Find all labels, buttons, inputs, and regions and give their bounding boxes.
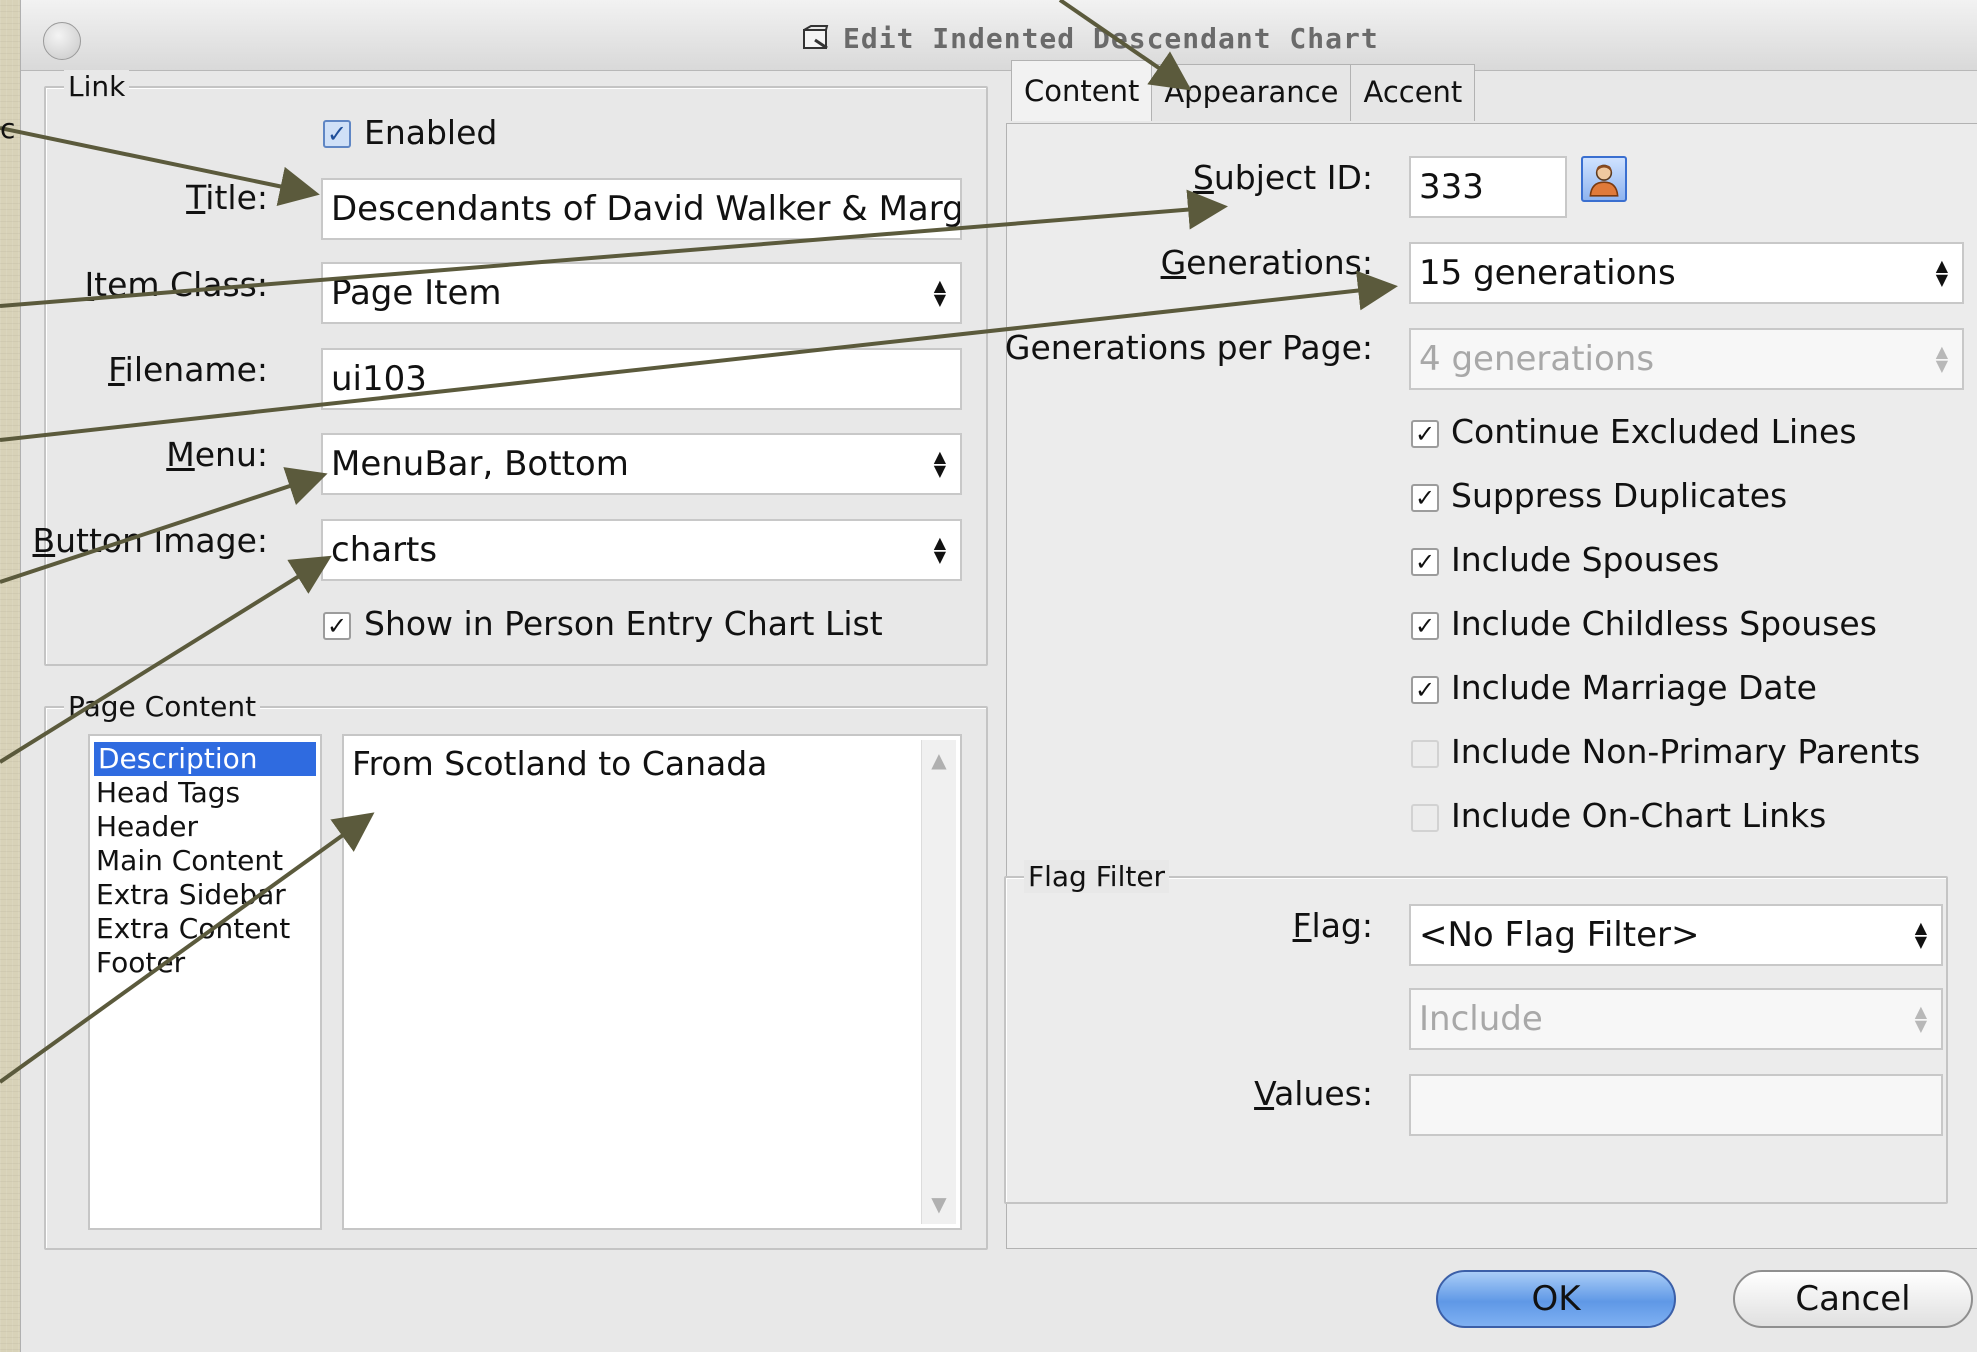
list-item[interactable]: Main Content bbox=[90, 844, 320, 878]
include-childless-spouses-checkbox[interactable] bbox=[1411, 612, 1439, 640]
cancel-button[interactable]: Cancel bbox=[1733, 1270, 1973, 1328]
continue-excluded-lines-checkbox[interactable] bbox=[1411, 420, 1439, 448]
item-class-value: Page Item bbox=[331, 273, 502, 313]
title-label: Title: bbox=[186, 178, 268, 217]
filename-label: Filename: bbox=[108, 350, 268, 389]
include-on-chart-links-checkbox[interactable] bbox=[1411, 804, 1439, 832]
title-field[interactable]: Descendants of David Walker & Marg bbox=[321, 178, 962, 240]
person-picker-button[interactable] bbox=[1581, 156, 1627, 202]
include-marriage-date-checkbox[interactable] bbox=[1411, 676, 1439, 704]
tab-bar: Content Appearance Accent bbox=[1011, 60, 1476, 124]
list-item[interactable]: Extra Content bbox=[90, 912, 320, 946]
option-label: Include Spouses bbox=[1451, 540, 1720, 579]
updown-arrows-icon: ▲ ▼ bbox=[933, 276, 946, 309]
flag-label: Flag: bbox=[1292, 906, 1373, 945]
enabled-label: Enabled bbox=[364, 113, 498, 152]
gens-per-page-label: Generations per Page: bbox=[1004, 328, 1373, 367]
person-icon bbox=[1589, 164, 1619, 197]
button-image-label: Button Image: bbox=[32, 521, 269, 560]
scroll-up-icon[interactable]: ▲ bbox=[922, 740, 956, 780]
page-content-list[interactable]: Description Head Tags Header Main Conten… bbox=[88, 734, 322, 1230]
values-label: Values: bbox=[1254, 1074, 1373, 1113]
option-label: Include Marriage Date bbox=[1451, 668, 1817, 707]
gens-per-page-value: 4 generations bbox=[1419, 339, 1655, 379]
tab-content[interactable]: Content bbox=[1011, 60, 1153, 121]
chart-window-icon bbox=[803, 25, 829, 50]
page-content-legend: Page Content bbox=[64, 690, 261, 723]
menu-value: MenuBar, Bottom bbox=[331, 444, 629, 484]
enabled-checkbox[interactable] bbox=[323, 120, 351, 148]
menu-select[interactable]: MenuBar, Bottom ▲ ▼ bbox=[321, 433, 962, 495]
updown-arrows-icon: ▲ ▼ bbox=[1935, 256, 1948, 289]
title-bar: Edit Indented Descendant Chart bbox=[21, 0, 1977, 71]
flag-select[interactable]: <No Flag Filter> ▲ ▼ bbox=[1409, 904, 1943, 966]
close-icon[interactable] bbox=[43, 22, 81, 60]
flag-filter-legend: Flag Filter bbox=[1024, 860, 1170, 893]
updown-arrows-icon: ▲ ▼ bbox=[933, 447, 946, 480]
list-item[interactable]: Head Tags bbox=[90, 776, 320, 810]
list-item[interactable]: Header bbox=[90, 810, 320, 844]
title-wrap: Edit Indented Descendant Chart bbox=[801, 18, 1379, 58]
menu-label: Menu: bbox=[166, 435, 268, 474]
button-image-select[interactable]: charts ▲ ▼ bbox=[321, 519, 962, 581]
cropped-label-fragment: c bbox=[0, 112, 15, 145]
option-label: Include Non-Primary Parents bbox=[1451, 732, 1921, 771]
page-content-text: From Scotland to Canada bbox=[352, 744, 768, 783]
flag-value: <No Flag Filter> bbox=[1419, 915, 1700, 955]
list-item[interactable]: Description bbox=[94, 742, 316, 776]
updown-arrows-icon: ▲ ▼ bbox=[1914, 1002, 1927, 1035]
subject-id-label: Subject ID: bbox=[1192, 158, 1373, 197]
updown-arrows-icon: ▲ ▼ bbox=[1914, 918, 1927, 951]
item-class-select[interactable]: Page Item ▲ ▼ bbox=[321, 262, 962, 324]
tab-appearance[interactable]: Appearance bbox=[1151, 64, 1352, 121]
include-non-primary-parents-checkbox[interactable] bbox=[1411, 740, 1439, 768]
option-label: Suppress Duplicates bbox=[1451, 476, 1788, 515]
values-field bbox=[1409, 1074, 1943, 1136]
subject-id-field[interactable]: 333 bbox=[1409, 156, 1567, 218]
option-label: Include Childless Spouses bbox=[1451, 604, 1877, 643]
link-legend: Link bbox=[64, 70, 130, 103]
option-label: Continue Excluded Lines bbox=[1451, 412, 1857, 451]
show-in-list-checkbox[interactable] bbox=[323, 612, 351, 640]
item-class-label: Item Class: bbox=[84, 265, 268, 304]
include-spouses-checkbox[interactable] bbox=[1411, 548, 1439, 576]
show-in-list-label: Show in Person Entry Chart List bbox=[364, 604, 883, 643]
page-content-textarea[interactable]: From Scotland to Canada ▲ ▼ bbox=[342, 734, 962, 1230]
tab-accent[interactable]: Accent bbox=[1350, 64, 1476, 121]
ok-button[interactable]: OK bbox=[1436, 1270, 1676, 1328]
flag-mode-value: Include bbox=[1419, 999, 1543, 1039]
option-label: Include On-Chart Links bbox=[1451, 796, 1827, 835]
updown-arrows-icon: ▲ ▼ bbox=[933, 533, 946, 566]
gens-per-page-select: 4 generations ▲ ▼ bbox=[1409, 328, 1964, 390]
window-title: Edit Indented Descendant Chart bbox=[843, 21, 1379, 55]
generations-value: 15 generations bbox=[1419, 253, 1676, 293]
button-image-value: charts bbox=[331, 530, 438, 570]
filename-field[interactable]: ui103 bbox=[321, 348, 962, 410]
flag-mode-select: Include ▲ ▼ bbox=[1409, 988, 1943, 1050]
dialog-window: Edit Indented Descendant Chart Link Enab… bbox=[20, 0, 1977, 1352]
suppress-duplicates-checkbox[interactable] bbox=[1411, 484, 1439, 512]
generations-label: Generations: bbox=[1160, 243, 1373, 282]
list-item[interactable]: Extra Sidebar bbox=[90, 878, 320, 912]
updown-arrows-icon: ▲ ▼ bbox=[1935, 342, 1948, 375]
generations-select[interactable]: 15 generations ▲ ▼ bbox=[1409, 242, 1964, 304]
scroll-down-icon[interactable]: ▼ bbox=[922, 1184, 956, 1224]
list-item[interactable]: Footer bbox=[90, 946, 320, 980]
vertical-scrollbar[interactable]: ▲ ▼ bbox=[921, 740, 956, 1224]
